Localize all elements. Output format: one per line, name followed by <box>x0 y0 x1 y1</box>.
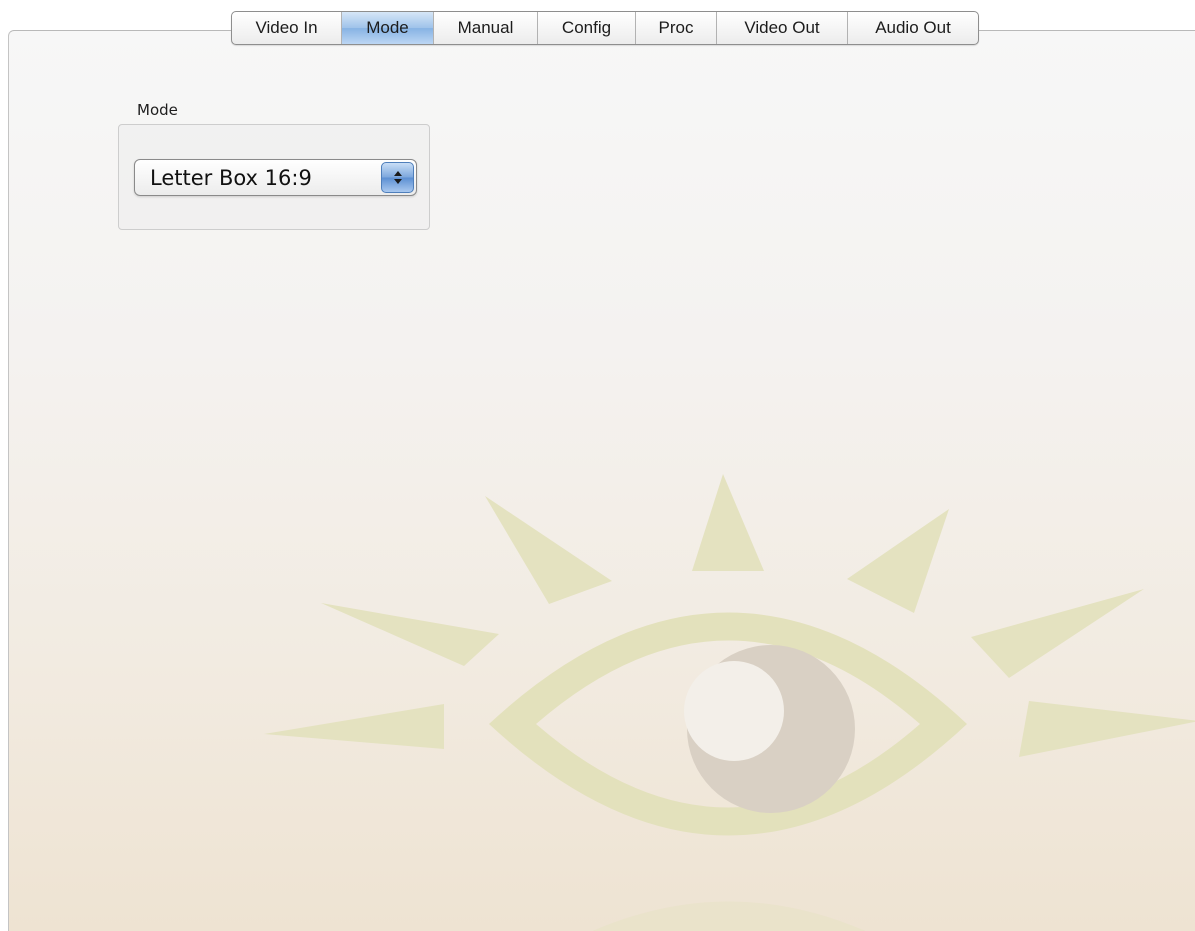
tab-bar: Video In Mode Manual Config Proc Video O… <box>231 11 979 45</box>
iris-icon <box>684 645 855 813</box>
tab-config[interactable]: Config <box>538 12 636 44</box>
arrow-down-icon <box>394 179 402 184</box>
eye-logo-watermark <box>257 436 1195 931</box>
popup-stepper-button[interactable] <box>381 162 414 193</box>
mode-group-box: Letter Box 16:9 <box>118 124 430 230</box>
ray <box>264 704 444 749</box>
eye-reflection <box>569 902 889 931</box>
ray <box>847 509 949 613</box>
ray <box>971 589 1144 678</box>
tab-proc[interactable]: Proc <box>636 12 717 44</box>
tab-manual[interactable]: Manual <box>434 12 538 44</box>
tab-audio-out[interactable]: Audio Out <box>848 12 978 44</box>
tab-mode[interactable]: Mode <box>342 12 434 44</box>
mode-select-value: Letter Box 16:9 <box>150 166 312 190</box>
ray <box>485 496 612 604</box>
tab-video-in[interactable]: Video In <box>232 12 342 44</box>
mode-group-label: Mode <box>137 101 178 119</box>
ray <box>692 474 764 571</box>
ray <box>1019 701 1195 757</box>
tab-video-out[interactable]: Video Out <box>717 12 848 44</box>
arrow-up-icon <box>394 171 402 176</box>
ray <box>321 603 499 666</box>
mode-select[interactable]: Letter Box 16:9 <box>134 159 417 196</box>
